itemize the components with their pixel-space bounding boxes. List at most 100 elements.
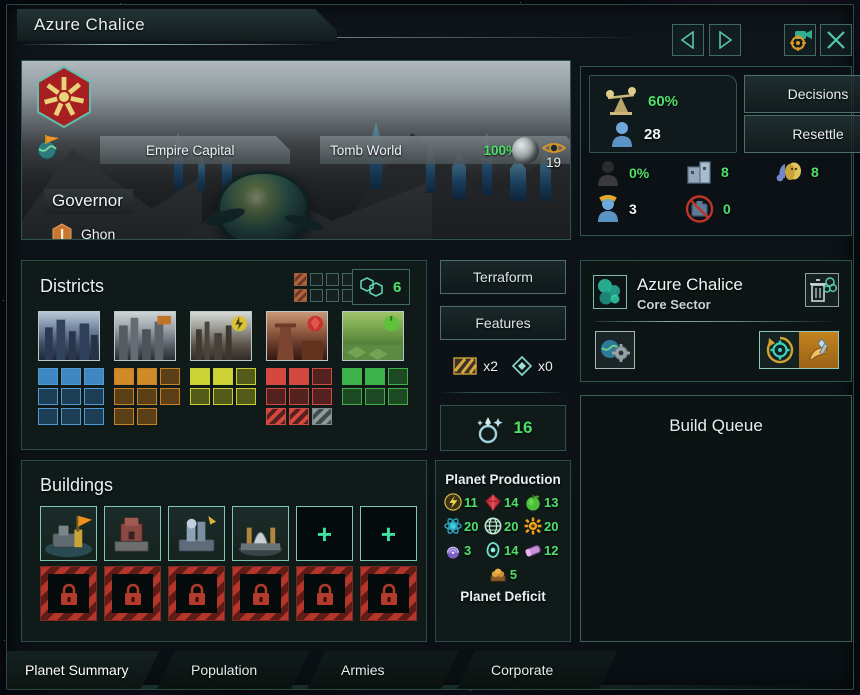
stat-amenities[interactable]: 8 [775, 159, 819, 185]
district-block[interactable] [365, 368, 385, 385]
capital-tag[interactable]: Empire Capital [100, 136, 290, 164]
district-block[interactable] [266, 368, 286, 385]
generator-district[interactable] [190, 311, 256, 425]
deposits-stat[interactable]: x0 [512, 356, 553, 376]
district-slot-cell [294, 273, 307, 286]
district-block[interactable] [342, 368, 362, 385]
locked-slot[interactable] [40, 566, 97, 621]
governor-row[interactable]: Ghon [52, 223, 115, 239]
stat-unemployed[interactable]: 0 [685, 195, 731, 223]
foundry-building[interactable] [104, 506, 161, 561]
previous-planet-button[interactable] [672, 24, 704, 56]
district-block[interactable] [84, 388, 104, 405]
page-title: Azure Chalice [34, 15, 146, 34]
mining-district[interactable] [266, 311, 332, 425]
production-item: 20 [484, 517, 524, 535]
locked-slot[interactable] [104, 566, 161, 621]
agriculture-district[interactable] [342, 311, 408, 425]
district-block[interactable] [137, 388, 157, 405]
district-block[interactable] [342, 388, 362, 405]
district-block[interactable] [289, 408, 309, 425]
district-block[interactable] [160, 388, 180, 405]
district-block[interactable] [289, 388, 309, 405]
district-block[interactable] [137, 408, 157, 425]
district-block[interactable] [190, 368, 210, 385]
district-block[interactable] [114, 408, 134, 425]
district-block[interactable] [38, 408, 58, 425]
empire-flag-icon [36, 65, 92, 129]
district-block[interactable] [312, 368, 332, 385]
district-block[interactable] [38, 388, 58, 405]
locate-on-map-button[interactable] [784, 24, 816, 56]
industrial-district-thumbnail[interactable] [114, 311, 176, 361]
mining-district-thumbnail[interactable] [266, 311, 328, 361]
capital-building[interactable] [40, 506, 97, 561]
resettle-button[interactable]: Resettle [744, 115, 860, 153]
district-block[interactable] [312, 408, 332, 425]
empty-slot[interactable]: + [360, 506, 417, 561]
district-block[interactable] [84, 408, 104, 425]
district-block[interactable] [213, 368, 233, 385]
refinery-building[interactable] [232, 506, 289, 561]
stat-housing[interactable]: 8 [685, 159, 729, 185]
lock-icon [188, 583, 205, 605]
city-district[interactable] [38, 311, 104, 425]
close-button[interactable] [820, 24, 852, 56]
production-value: 20 [464, 518, 479, 534]
district-block[interactable] [266, 388, 286, 405]
locked-slot[interactable] [168, 566, 225, 621]
tab-population[interactable]: Population [157, 651, 309, 689]
next-planet-button[interactable] [709, 24, 741, 56]
tab-armies[interactable]: Armies [307, 651, 459, 689]
planet-stats-grid: 0% 8 8 3 0 [589, 159, 845, 229]
district-block[interactable] [38, 368, 58, 385]
blockers-stat[interactable]: x2 [453, 357, 498, 375]
planet-preview-card: Empire Capital Tomb World 100% 19 Govern… [21, 60, 571, 240]
district-block[interactable] [190, 388, 210, 405]
deposits-count: x0 [538, 358, 553, 374]
locked-slot[interactable] [232, 566, 289, 621]
district-block[interactable] [114, 388, 134, 405]
district-block[interactable] [84, 368, 104, 385]
blocker-icon [453, 357, 478, 375]
stat-crime[interactable]: 0% [595, 159, 649, 187]
city-district-thumbnail[interactable] [38, 311, 100, 361]
generator-district-thumbnail[interactable] [190, 311, 252, 361]
district-block[interactable] [61, 408, 81, 425]
district-block[interactable] [236, 388, 256, 405]
features-button[interactable]: Features [440, 306, 566, 340]
locked-slot[interactable] [296, 566, 353, 621]
sector-focus-button[interactable] [760, 332, 799, 368]
research-lab-building[interactable] [168, 506, 225, 561]
stat-jobs[interactable]: 3 [595, 195, 637, 223]
tab-corporate[interactable]: Corporate [457, 651, 617, 689]
district-block[interactable] [289, 368, 309, 385]
district-block[interactable] [236, 368, 256, 385]
tab-planet-summary[interactable]: Planet Summary [7, 651, 159, 689]
industrial-district[interactable] [114, 311, 180, 425]
district-block[interactable] [137, 368, 157, 385]
locked-slot[interactable] [360, 566, 417, 621]
build-queue-panel[interactable]: Build Queue [580, 395, 852, 642]
terraform-button[interactable]: Terraform [440, 260, 566, 294]
district-block[interactable] [114, 368, 134, 385]
district-block[interactable] [61, 368, 81, 385]
sector-build-button[interactable] [799, 332, 838, 368]
district-block[interactable] [213, 388, 233, 405]
sector-automation-button[interactable] [595, 331, 635, 369]
district-block[interactable] [266, 408, 286, 425]
amenities-box[interactable]: 16 [440, 405, 566, 451]
district-block[interactable] [388, 368, 408, 385]
agriculture-district-thumbnail[interactable] [342, 311, 404, 361]
district-block[interactable] [61, 388, 81, 405]
free-districts-box[interactable]: 6 [352, 269, 410, 305]
empty-slot[interactable]: + [296, 506, 353, 561]
district-block[interactable] [388, 388, 408, 405]
decisions-button[interactable]: Decisions [744, 75, 860, 113]
planet-class-label: Tomb World [330, 142, 402, 158]
district-block[interactable] [365, 388, 385, 405]
delete-sector-button[interactable] [805, 273, 839, 307]
district-block[interactable] [160, 368, 180, 385]
district-block[interactable] [312, 388, 332, 405]
sector-name: Azure Chalice [637, 275, 743, 294]
